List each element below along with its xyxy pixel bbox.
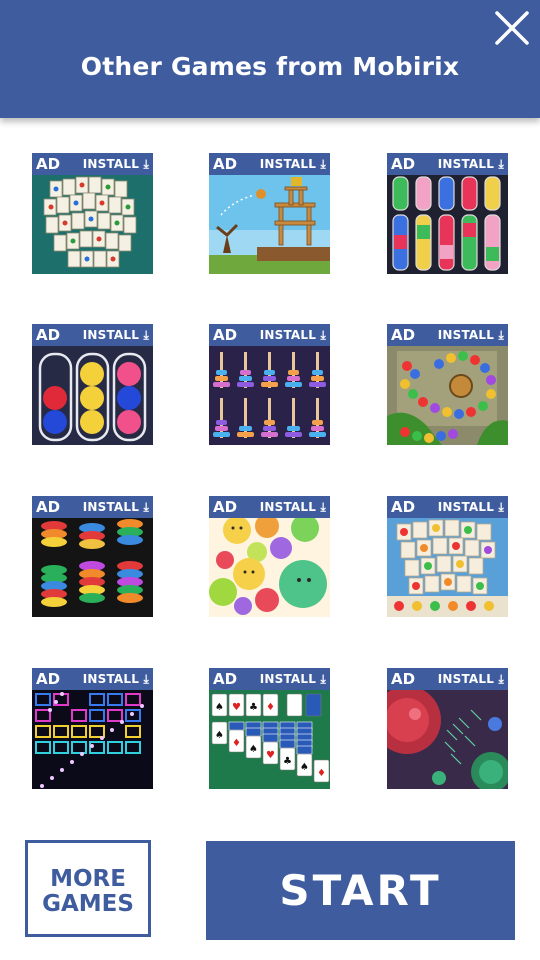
ad-badge: AD bbox=[213, 155, 238, 173]
download-icon: ⤓ bbox=[143, 328, 149, 342]
game-tile-brick-breaker[interactable]: AD INSTALL ⤓ bbox=[32, 668, 153, 789]
install-label[interactable]: INSTALL ⤓ bbox=[260, 672, 326, 687]
ad-badge: AD bbox=[391, 498, 416, 516]
more-games-label-line1: MORE bbox=[50, 866, 126, 892]
game-tile-water-sort[interactable]: AD INSTALL ⤓ bbox=[387, 153, 508, 274]
download-icon: ⤓ bbox=[498, 328, 504, 342]
ad-badge: AD bbox=[391, 155, 416, 173]
svg-text:♣: ♣ bbox=[249, 702, 258, 713]
more-games-button[interactable]: MORE GAMES bbox=[25, 840, 151, 937]
svg-text:♣: ♣ bbox=[283, 756, 292, 767]
tile-header: AD INSTALL ⤓ bbox=[32, 496, 153, 518]
download-icon: ⤓ bbox=[320, 157, 326, 171]
birds-artwork bbox=[209, 175, 330, 274]
tile-header: AD INSTALL ⤓ bbox=[387, 496, 508, 518]
header-bar: Other Games from Mobirix bbox=[0, 0, 540, 118]
ad-badge: AD bbox=[391, 326, 416, 344]
game-tile-marble[interactable]: AD INSTALL ⤓ bbox=[387, 324, 508, 445]
ad-badge: AD bbox=[213, 326, 238, 344]
svg-text:♠: ♠ bbox=[249, 744, 258, 755]
more-games-label-line2: GAMES bbox=[42, 891, 134, 917]
cell-artwork bbox=[387, 690, 508, 789]
svg-text:♠: ♠ bbox=[300, 762, 309, 773]
ad-badge: AD bbox=[36, 670, 61, 688]
game-tile-ball-sort[interactable]: AD INSTALL ⤓ bbox=[32, 324, 153, 445]
svg-text:♦: ♦ bbox=[232, 738, 241, 749]
tile-header: AD INSTALL ⤓ bbox=[387, 668, 508, 690]
tile-header: AD INSTALL ⤓ bbox=[387, 153, 508, 175]
svg-text:♥: ♥ bbox=[232, 702, 241, 713]
ad-badge: AD bbox=[36, 326, 61, 344]
install-label[interactable]: INSTALL ⤓ bbox=[438, 328, 504, 343]
download-icon: ⤓ bbox=[498, 672, 504, 686]
game-tile-fruit-merge[interactable]: AD INSTALL ⤓ bbox=[209, 496, 330, 617]
download-icon: ⤓ bbox=[143, 672, 149, 686]
install-label[interactable]: INSTALL ⤓ bbox=[260, 157, 326, 172]
download-icon: ⤓ bbox=[143, 157, 149, 171]
install-label[interactable]: INSTALL ⤓ bbox=[83, 672, 149, 687]
brick-breaker-artwork bbox=[32, 690, 153, 789]
tile-header: AD INSTALL ⤓ bbox=[209, 668, 330, 690]
ad-badge: AD bbox=[36, 498, 61, 516]
mahjong-artwork bbox=[32, 175, 153, 274]
svg-text:♦: ♦ bbox=[266, 702, 275, 713]
download-icon: ⤓ bbox=[143, 500, 149, 514]
install-label[interactable]: INSTALL ⤓ bbox=[438, 672, 504, 687]
solitaire-artwork: ♠ ♥ ♣ ♦ ♠ ♦ ♠ ♥ ♣ ♠ ♦ bbox=[209, 690, 330, 789]
game-tile-solitaire[interactable]: AD INSTALL ⤓ ♠ ♥ ♣ ♦ ♠ ♦ ♠ ♥ ♣ ♠ ♦ bbox=[209, 668, 330, 789]
tile-header: AD INSTALL ⤓ bbox=[32, 668, 153, 690]
install-label[interactable]: INSTALL ⤓ bbox=[83, 328, 149, 343]
download-icon: ⤓ bbox=[320, 672, 326, 686]
ad-badge: AD bbox=[36, 155, 61, 173]
install-label[interactable]: INSTALL ⤓ bbox=[83, 500, 149, 515]
svg-text:♠: ♠ bbox=[215, 702, 224, 713]
tile-header: AD INSTALL ⤓ bbox=[209, 496, 330, 518]
game-tile-birds[interactable]: AD INSTALL ⤓ bbox=[209, 153, 330, 274]
download-icon: ⤓ bbox=[498, 157, 504, 171]
fruit-match-artwork bbox=[387, 518, 508, 617]
marble-artwork bbox=[387, 346, 508, 445]
tile-header: AD INSTALL ⤓ bbox=[387, 324, 508, 346]
download-icon: ⤓ bbox=[498, 500, 504, 514]
svg-text:♦: ♦ bbox=[317, 768, 326, 779]
water-sort-artwork bbox=[387, 175, 508, 274]
ad-badge: AD bbox=[213, 670, 238, 688]
install-label[interactable]: INSTALL ⤓ bbox=[260, 328, 326, 343]
game-tile-cell[interactable]: AD INSTALL ⤓ bbox=[387, 668, 508, 789]
close-icon[interactable] bbox=[492, 8, 532, 48]
download-icon: ⤓ bbox=[320, 328, 326, 342]
ball-sort-artwork bbox=[32, 346, 153, 445]
ad-badge: AD bbox=[213, 498, 238, 516]
tile-header: AD INSTALL ⤓ bbox=[209, 324, 330, 346]
svg-text:♥: ♥ bbox=[266, 750, 275, 761]
fruit-merge-artwork bbox=[209, 518, 330, 617]
ad-badge: AD bbox=[391, 670, 416, 688]
download-icon: ⤓ bbox=[320, 500, 326, 514]
game-tile-ring-stack[interactable]: AD INSTALL ⤓ bbox=[209, 324, 330, 445]
game-tile-hoop-stack[interactable]: AD INSTALL ⤓ bbox=[32, 496, 153, 617]
page-title: Other Games from Mobirix bbox=[80, 52, 460, 81]
install-label[interactable]: INSTALL ⤓ bbox=[438, 157, 504, 172]
hoop-stack-artwork bbox=[32, 518, 153, 617]
install-label[interactable]: INSTALL ⤓ bbox=[438, 500, 504, 515]
tile-header: AD INSTALL ⤓ bbox=[209, 153, 330, 175]
start-button[interactable]: START bbox=[206, 841, 515, 940]
game-grid: AD INSTALL ⤓ AD INSTALL ⤓ AD INSTALL ⤓ A… bbox=[0, 0, 540, 800]
install-label[interactable]: INSTALL ⤓ bbox=[83, 157, 149, 172]
install-label[interactable]: INSTALL ⤓ bbox=[260, 500, 326, 515]
ring-stack-artwork bbox=[209, 346, 330, 445]
tile-header: AD INSTALL ⤓ bbox=[32, 324, 153, 346]
game-tile-fruit-match[interactable]: AD INSTALL ⤓ bbox=[387, 496, 508, 617]
svg-text:♠: ♠ bbox=[215, 730, 224, 741]
game-tile-mahjong[interactable]: AD INSTALL ⤓ bbox=[32, 153, 153, 274]
tile-header: AD INSTALL ⤓ bbox=[32, 153, 153, 175]
